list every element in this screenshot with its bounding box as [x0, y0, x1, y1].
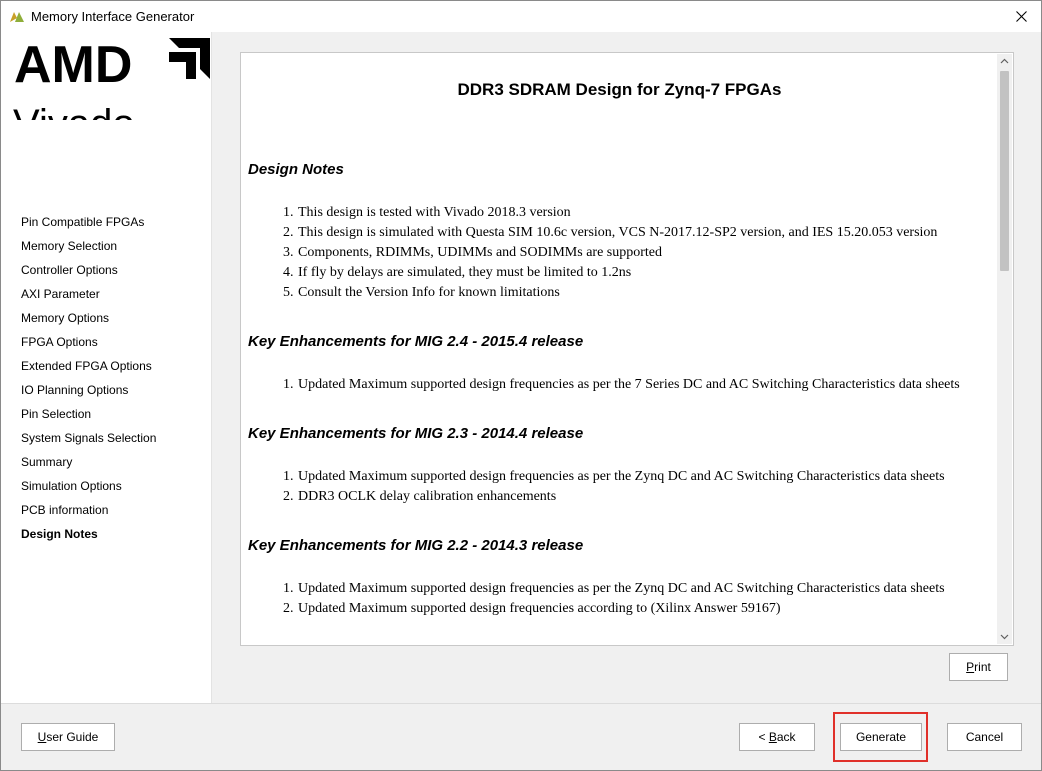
section-heading-mig-2-3: Key Enhancements for MIG 2.3 - 2014.4 re…: [248, 425, 584, 442]
list-item: 2. DDR3 OCLK delay calibration enhancemen…: [283, 489, 557, 504]
svg-text:Vivado: Vivado: [13, 102, 135, 120]
list-item: 2. Updated Maximum supported design frequ…: [283, 601, 781, 616]
nav-item-memory-selection[interactable]: Memory Selection: [21, 237, 156, 261]
list-item: 4. If fly by delays are simulated, they m…: [283, 265, 632, 280]
scroll-down-button[interactable]: [997, 629, 1012, 644]
mig-dialog-window: Memory Interface Generator AMD Vivado Pi…: [0, 0, 1042, 771]
user-guide-button[interactable]: User Guide: [21, 723, 115, 751]
nav-item-design-notes[interactable]: Design Notes: [21, 525, 156, 549]
nav-item-pin-selection[interactable]: Pin Selection: [21, 405, 156, 429]
generate-button[interactable]: Generate: [840, 723, 922, 751]
nav-item-fpga-options[interactable]: FPGA Options: [21, 333, 156, 357]
amd-logo-icon: AMD Vivado: [13, 36, 210, 120]
close-button[interactable]: [1001, 1, 1041, 32]
design-notes-panel: DDR3 SDRAM Design for Zynq-7 FPGAs Desig…: [240, 52, 1014, 646]
nav-item-controller-options[interactable]: Controller Options: [21, 261, 156, 285]
close-icon: [1015, 11, 1027, 22]
nav-item-summary[interactable]: Summary: [21, 453, 156, 477]
section-heading-mig-2-4: Key Enhancements for MIG 2.4 - 2015.4 re…: [248, 333, 584, 350]
wizard-nav: Pin Compatible FPGAs Memory Selection Co…: [21, 213, 156, 549]
section-heading-mig-2-2: Key Enhancements for MIG 2.2 - 2014.3 re…: [248, 537, 584, 554]
nav-item-simulation-options[interactable]: Simulation Options: [21, 477, 156, 501]
nav-item-pcb-information[interactable]: PCB information: [21, 501, 156, 525]
design-notes-document[interactable]: DDR3 SDRAM Design for Zynq-7 FPGAs Desig…: [243, 55, 996, 643]
amd-vivado-logo: AMD Vivado: [1, 32, 212, 120]
nav-item-extended-fpga-options[interactable]: Extended FPGA Options: [21, 357, 156, 381]
nav-item-system-signals-selection[interactable]: System Signals Selection: [21, 429, 156, 453]
vivado-logo-icon: [10, 12, 24, 22]
nav-item-io-planning-options[interactable]: IO Planning Options: [21, 381, 156, 405]
svg-text:AMD: AMD: [14, 36, 132, 94]
back-button[interactable]: < Back: [739, 723, 815, 751]
doc-title: DDR3 SDRAM Design for Zynq-7 FPGAs: [457, 80, 782, 99]
wizard-sidebar: AMD Vivado Pin Compatible FPGAs Memory S…: [1, 32, 212, 703]
section-heading-design-notes: Design Notes: [248, 161, 344, 178]
chevron-down-icon: [1000, 634, 1009, 640]
cancel-button[interactable]: Cancel: [947, 723, 1022, 751]
nav-item-axi-parameter[interactable]: AXI Parameter: [21, 285, 156, 309]
vertical-scrollbar[interactable]: [997, 54, 1012, 644]
scroll-up-button[interactable]: [997, 54, 1012, 69]
scrollbar-thumb[interactable]: [1000, 71, 1009, 271]
title-bar: Memory Interface Generator: [1, 1, 1041, 32]
list-item: 1. Updated Maximum supported design frequ…: [283, 377, 960, 392]
nav-item-pin-compatible-fpgas[interactable]: Pin Compatible FPGAs: [21, 213, 156, 237]
list-item: 5. Consult the Version Info for known lim…: [283, 285, 560, 300]
list-item: 3. Components, RDIMMs, UDIMMs and SODIMMs…: [283, 245, 662, 260]
list-item: 2. This design is simulated with Questa S…: [283, 225, 938, 240]
list-item: 1. Updated Maximum supported design frequ…: [283, 469, 945, 484]
window-title: Memory Interface Generator: [31, 9, 195, 24]
list-item: 1. Updated Maximum supported design frequ…: [283, 581, 945, 596]
print-button[interactable]: Print: [949, 653, 1008, 681]
chevron-up-icon: [1000, 58, 1009, 64]
nav-item-memory-options[interactable]: Memory Options: [21, 309, 156, 333]
list-item: 1. This design is tested with Vivado 2018…: [283, 205, 571, 220]
